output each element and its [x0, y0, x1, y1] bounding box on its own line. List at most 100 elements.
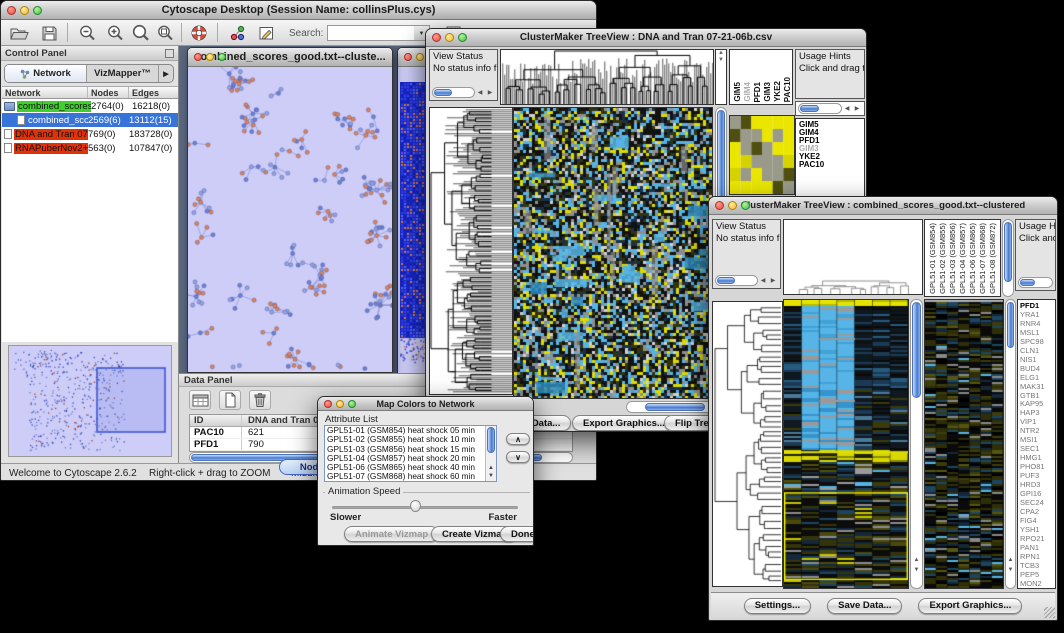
gene-list-item[interactable]: FIG4: [1020, 517, 1055, 526]
zoom-fit-icon[interactable]: [153, 23, 177, 43]
gene-list-item[interactable]: BUD4: [1020, 365, 1055, 374]
gene-list-item[interactable]: RNR4: [1020, 320, 1055, 329]
zoom-button[interactable]: [741, 201, 750, 210]
global-vscrollbar[interactable]: ▲▼: [1005, 299, 1016, 589]
minimize-button[interactable]: [445, 33, 454, 42]
gene-list-item[interactable]: YKE2: [799, 153, 864, 161]
network-list-row[interactable]: RNAPuberNov2+ 563(0) 107847(0): [2, 141, 178, 155]
zoom-button[interactable]: [348, 400, 356, 408]
usage-hints-scrollbar[interactable]: ◀▶: [798, 103, 862, 114]
close-button[interactable]: [432, 33, 441, 42]
gene-list-item[interactable]: HRD3: [1020, 481, 1055, 490]
main-titlebar[interactable]: Cytoscape Desktop (Session Name: collins…: [1, 1, 596, 20]
heatmap-vscrollbar[interactable]: ▲▼: [910, 299, 923, 589]
speed-slider-thumb[interactable]: [410, 500, 421, 512]
row-dendrogram-panel[interactable]: [712, 301, 783, 587]
gene-list-item[interactable]: MSL1: [1020, 329, 1055, 338]
gene-list-item[interactable]: RPN1: [1020, 553, 1055, 562]
network-view-1-titlebar[interactable]: combined_scores_good.txt--cluste...: [188, 48, 392, 67]
attribute-list-item[interactable]: GPL51-06 (GSM865) heat shock 40 min: [325, 463, 485, 472]
usage-hints-scrollbar[interactable]: [1018, 277, 1053, 288]
tab-vizmapper[interactable]: VizMapper™: [87, 65, 159, 82]
attribute-list-item[interactable]: GPL51-02 (GSM855) heat shock 10 min: [325, 435, 485, 444]
close-button[interactable]: [404, 53, 412, 61]
gene-list-item[interactable]: MAK31: [1020, 383, 1055, 392]
zoom-button[interactable]: [458, 33, 467, 42]
gene-list-item[interactable]: CPA2: [1020, 508, 1055, 517]
gene-list-item[interactable]: GPI16: [1020, 490, 1055, 499]
tab-network[interactable]: Network: [5, 65, 87, 82]
gene-list-item[interactable]: KAP95: [1020, 400, 1055, 409]
zoom-selected-icon[interactable]: [129, 23, 153, 43]
attribute-list-vscrollbar[interactable]: ▲▼: [485, 426, 496, 481]
gene-list-item[interactable]: RPO21: [1020, 535, 1055, 544]
close-button[interactable]: [324, 400, 332, 408]
resize-grip[interactable]: [1044, 607, 1055, 618]
new-attribute-icon[interactable]: [219, 390, 241, 410]
treeview2-titlebar[interactable]: ClusterMaker TreeView : combined_scores_…: [709, 197, 1057, 215]
gene-list-item[interactable]: PUF3: [1020, 472, 1055, 481]
gene-list-item[interactable]: PHO81: [1020, 463, 1055, 472]
column-dendrogram-panel[interactable]: [500, 49, 714, 105]
minimize-button[interactable]: [206, 53, 214, 61]
gene-list-item[interactable]: SEC1: [1020, 445, 1055, 454]
attribute-listbox[interactable]: GPL51-01 (GSM854) heat shock 05 minGPL51…: [324, 425, 497, 482]
export-graphics-button[interactable]: Export Graphics...: [572, 415, 676, 431]
gene-list-item[interactable]: NIS1: [1020, 356, 1055, 365]
gene-list-item[interactable]: GIM5: [799, 121, 864, 129]
delete-attribute-icon[interactable]: [249, 390, 271, 410]
gene-list-item[interactable]: PFD1: [799, 137, 864, 145]
gene-list-item[interactable]: HAP3: [1020, 409, 1055, 418]
help-lifering-icon[interactable]: [187, 23, 211, 43]
gene-list-item[interactable]: GTB1: [1020, 392, 1055, 401]
attribute-list-item[interactable]: GPL51-03 (GSM856) heat shock 15 min: [325, 445, 485, 454]
network-list-row[interactable]: DNA and Tran 07 769(0) 183728(0): [2, 127, 178, 141]
attribute-list-item[interactable]: GPL51-07 (GSM868) heat shock 60 min: [325, 472, 485, 481]
column-dendrogram-panel[interactable]: [783, 219, 923, 295]
gene-list-item[interactable]: PEP5: [1020, 571, 1055, 580]
float-panel-icon[interactable]: [165, 49, 174, 58]
gene-list-item[interactable]: HMG1: [1020, 454, 1055, 463]
gene-list-item[interactable]: GIM4: [799, 129, 864, 137]
heatmap-panel[interactable]: [513, 107, 713, 399]
minimize-button[interactable]: [20, 6, 29, 15]
dialog-titlebar[interactable]: Map Colors to Network: [318, 397, 533, 411]
row-dendrogram-panel[interactable]: [429, 107, 513, 395]
gene-list-item[interactable]: VIP1: [1020, 418, 1055, 427]
gene-list[interactable]: PFD1YRA1RNR4MSL1SPC98CLN1NIS1BUD4ELG1MAK…: [1017, 299, 1056, 589]
zoom-in-icon[interactable]: [103, 23, 127, 43]
network-overview-canvas[interactable]: [9, 346, 171, 456]
column-labels-vscrollbar[interactable]: [1002, 219, 1014, 297]
zoom-button[interactable]: [218, 53, 226, 61]
global-heatmap-panel[interactable]: [924, 299, 1004, 589]
gene-list-item[interactable]: PAN1: [1020, 544, 1055, 553]
gene-list-item[interactable]: YRA1: [1020, 311, 1055, 320]
save-data-button[interactable]: Save Data...: [827, 598, 902, 614]
move-up-button[interactable]: ∧: [506, 433, 530, 445]
close-button[interactable]: [194, 53, 202, 61]
gene-list-item[interactable]: GIM3: [799, 145, 864, 153]
speed-slider-track[interactable]: [332, 506, 518, 509]
network-overview-panel[interactable]: [8, 345, 172, 457]
gene-list-item[interactable]: PAC10: [799, 161, 864, 169]
view-status-scrollbar[interactable]: ◀▶: [715, 275, 778, 286]
minimize-button[interactable]: [728, 201, 737, 210]
search-input[interactable]: [327, 25, 415, 41]
minimize-button[interactable]: [416, 53, 424, 61]
attribute-list-item[interactable]: GPL51-04 (GSM857) heat shock 20 min: [325, 454, 485, 463]
settings-button[interactable]: Settings...: [744, 598, 811, 614]
close-button[interactable]: [7, 6, 16, 15]
gene-list-item[interactable]: ELG1: [1020, 374, 1055, 383]
gene-list-item[interactable]: YSH1: [1020, 526, 1055, 535]
zoom-button[interactable]: [33, 6, 42, 15]
dendrogram-scroll-gap[interactable]: ▲▼: [715, 49, 727, 105]
move-down-button[interactable]: ∨: [506, 451, 530, 463]
gene-list-item[interactable]: TCB3: [1020, 562, 1055, 571]
network-graph-canvas[interactable]: [188, 67, 392, 373]
gene-list-item[interactable]: MSI1: [1020, 436, 1055, 445]
open-file-icon[interactable]: [7, 23, 31, 43]
attribute-select-icon[interactable]: [189, 390, 211, 410]
gene-list-item[interactable]: PFD1: [1020, 302, 1055, 311]
close-button[interactable]: [715, 201, 724, 210]
zoom-out-icon[interactable]: [75, 23, 99, 43]
